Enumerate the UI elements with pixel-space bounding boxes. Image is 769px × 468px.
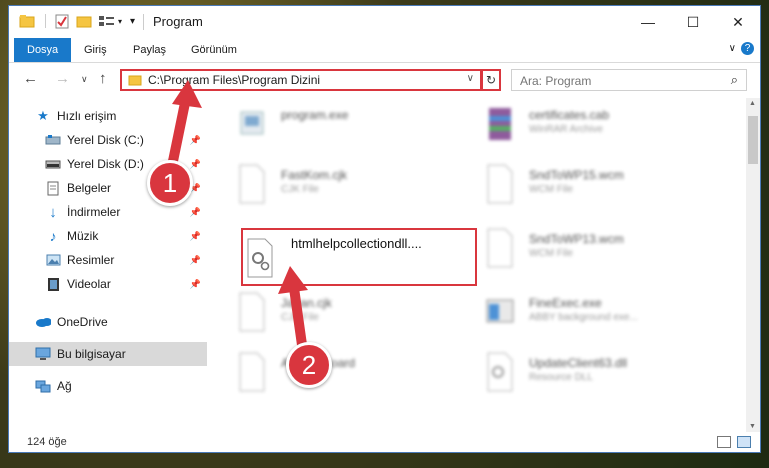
annotation-marker-2: 2 — [286, 342, 332, 388]
arrow-2-head — [278, 266, 308, 294]
arrow-1 — [167, 96, 191, 168]
annotation-marker-1: 1 — [147, 160, 193, 206]
annotation-arrows — [167, 80, 308, 353]
arrow-1-head — [172, 80, 202, 108]
